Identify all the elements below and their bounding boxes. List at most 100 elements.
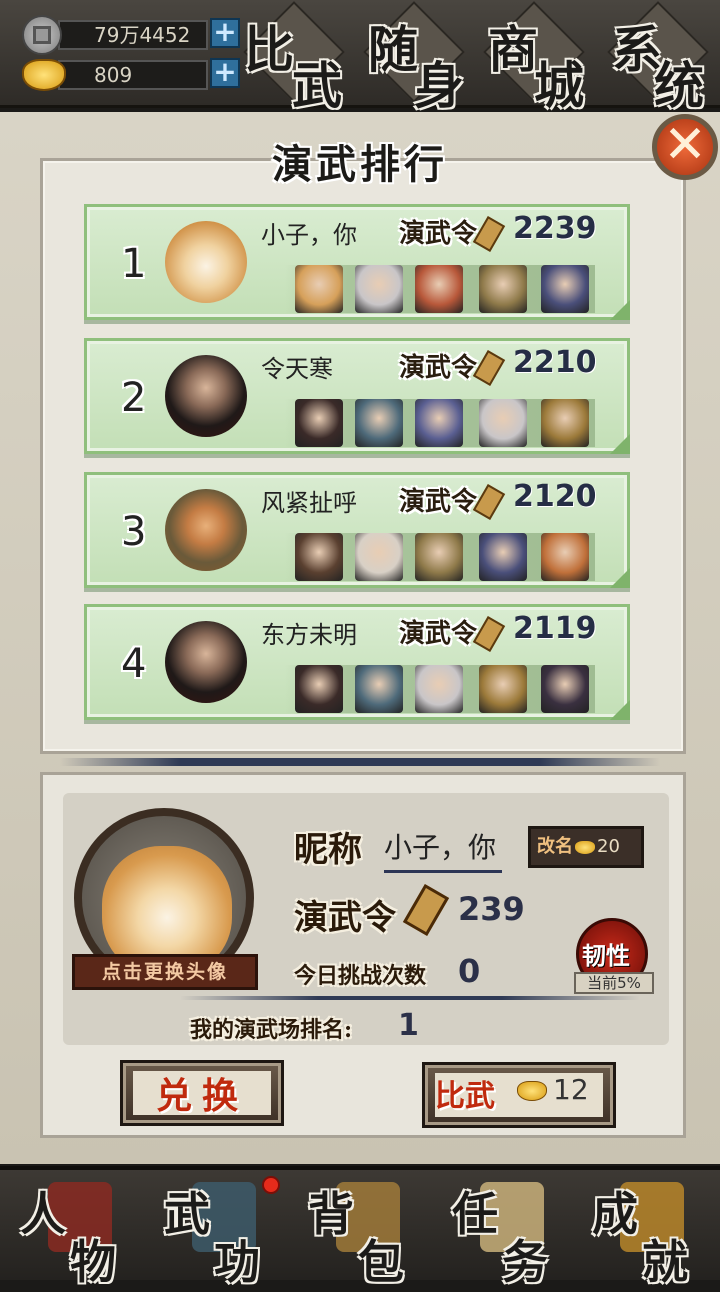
token-label: 演武令 xyxy=(399,487,478,517)
menu-char: 身 xyxy=(414,56,464,115)
ranking-row[interactable]: 3 风紧扯呼 演武令 2120 xyxy=(84,472,630,588)
player-score: 2239 xyxy=(513,211,597,246)
fight-button[interactable]: 比武 12 xyxy=(422,1062,616,1128)
hero-portrait xyxy=(355,399,403,447)
hero-portrait xyxy=(541,533,589,581)
hero-portrait xyxy=(479,533,527,581)
hero-team xyxy=(285,665,595,713)
gold-value: 809 xyxy=(58,60,208,90)
nav-char: 功 xyxy=(214,1235,260,1289)
player-score: 2210 xyxy=(513,345,597,380)
player-name: 风紧扯呼 xyxy=(261,489,357,517)
copper-coin-icon xyxy=(22,15,62,55)
close-button[interactable]: ✕ xyxy=(652,114,718,180)
trait-label: 韧性 xyxy=(582,941,630,970)
menu-compete-button[interactable]: 比 武 xyxy=(240,1,350,115)
hero-portrait xyxy=(415,665,463,713)
nav-char: 就 xyxy=(642,1235,688,1289)
hero-portrait xyxy=(295,399,343,447)
ranking-row[interactable]: 4 东方未明 演武令 2119 xyxy=(84,604,630,720)
menu-char: 统 xyxy=(654,56,704,115)
menu-char: 比 xyxy=(244,20,294,79)
hero-portrait xyxy=(295,533,343,581)
hero-portrait xyxy=(479,665,527,713)
menu-char: 随 xyxy=(368,20,418,79)
exchange-button[interactable]: 兑换 xyxy=(120,1060,284,1126)
hero-portrait xyxy=(355,265,403,313)
menu-char: 城 xyxy=(534,56,584,115)
challenges-value: 0 xyxy=(458,952,481,990)
page-title: 演武排行 xyxy=(272,141,448,188)
top-bar: 79万4452 + 809 + 比 武 随 身 商 城 系 统 xyxy=(0,0,720,115)
menu-char: 系 xyxy=(612,20,662,79)
exchange-label: 兑换 xyxy=(155,1075,248,1117)
nickname-value: 小子，你 xyxy=(384,826,502,873)
nav-character[interactable]: 人 物 xyxy=(8,1174,148,1289)
hero-portrait xyxy=(355,665,403,713)
player-avatar xyxy=(165,489,247,571)
nav-char: 务 xyxy=(502,1235,548,1289)
token-plaque-icon xyxy=(472,350,506,386)
token-label: 演武令 xyxy=(399,219,478,249)
row-corner-decoration xyxy=(610,300,630,320)
add-gold-button[interactable]: + xyxy=(210,58,240,88)
hero-portrait xyxy=(541,265,589,313)
rename-cost: 20 xyxy=(597,836,620,857)
hero-portrait xyxy=(415,533,463,581)
player-score: 2120 xyxy=(513,479,597,514)
gold-ingot-icon xyxy=(22,59,66,91)
token-label: 演武令 xyxy=(399,353,478,383)
token-plaque-icon xyxy=(472,216,506,252)
nav-char: 包 xyxy=(358,1235,404,1289)
hero-team xyxy=(285,265,595,313)
coin-resource: 79万4452 + xyxy=(22,15,240,55)
hero-portrait xyxy=(479,399,527,447)
gold-ingot-icon xyxy=(517,1081,547,1101)
fight-cost: 12 xyxy=(553,1073,589,1106)
menu-shop-button[interactable]: 商 城 xyxy=(480,1,590,115)
player-name: 东方未明 xyxy=(261,621,357,649)
ranking-row[interactable]: 2 令天寒 演武令 2210 xyxy=(84,338,630,454)
row-corner-decoration xyxy=(610,700,630,720)
change-avatar-button[interactable]: 点击更换头像 xyxy=(72,954,258,990)
token-plaque-icon xyxy=(472,616,506,652)
player-score: 2119 xyxy=(513,611,597,646)
ink-divider xyxy=(60,758,660,766)
player-avatar xyxy=(165,621,247,703)
hero-team xyxy=(285,533,595,581)
trait-sub: 当前5% xyxy=(574,972,654,994)
token-label: 演武令 xyxy=(399,619,478,649)
row-corner-decoration xyxy=(610,434,630,454)
nav-achievement[interactable]: 成 就 xyxy=(580,1174,720,1289)
hero-portrait xyxy=(541,399,589,447)
menu-carry-button[interactable]: 随 身 xyxy=(360,1,470,115)
menu-system-button[interactable]: 系 统 xyxy=(604,1,714,115)
row-corner-decoration xyxy=(610,568,630,588)
my-token-value: 239 xyxy=(458,890,525,928)
challenges-label: 今日挑战次数 xyxy=(294,963,427,989)
nav-char: 成 xyxy=(592,1187,638,1241)
nav-char: 人 xyxy=(20,1187,66,1241)
hero-portrait xyxy=(295,665,343,713)
divider-line xyxy=(180,996,640,1000)
notification-dot xyxy=(262,1176,280,1194)
nav-bag[interactable]: 背 包 xyxy=(296,1174,436,1289)
hero-portrait xyxy=(415,265,463,313)
player-avatar xyxy=(165,355,247,437)
nav-char: 武 xyxy=(164,1187,210,1241)
hero-team xyxy=(285,399,595,447)
ranking-row[interactable]: 1 小子，你 演武令 2239 xyxy=(84,204,630,320)
player-name: 小子，你 xyxy=(261,221,357,249)
nav-quest[interactable]: 任 务 xyxy=(440,1174,580,1289)
trait-badge[interactable]: 韧性 当前5% xyxy=(572,908,656,994)
coin-value: 79万4452 xyxy=(58,20,208,50)
gold-resource: 809 + xyxy=(22,58,240,92)
menu-char: 武 xyxy=(292,56,342,115)
player-avatar xyxy=(165,221,247,303)
rename-button[interactable]: 改名 20 xyxy=(528,826,644,868)
bottom-nav: 人 物 武 功 背 包 任 务 成 就 xyxy=(0,1166,720,1289)
add-coin-button[interactable]: + xyxy=(210,18,240,48)
nav-char: 任 xyxy=(452,1187,498,1241)
hero-portrait xyxy=(541,665,589,713)
my-rank-value: 1 xyxy=(398,1008,419,1043)
